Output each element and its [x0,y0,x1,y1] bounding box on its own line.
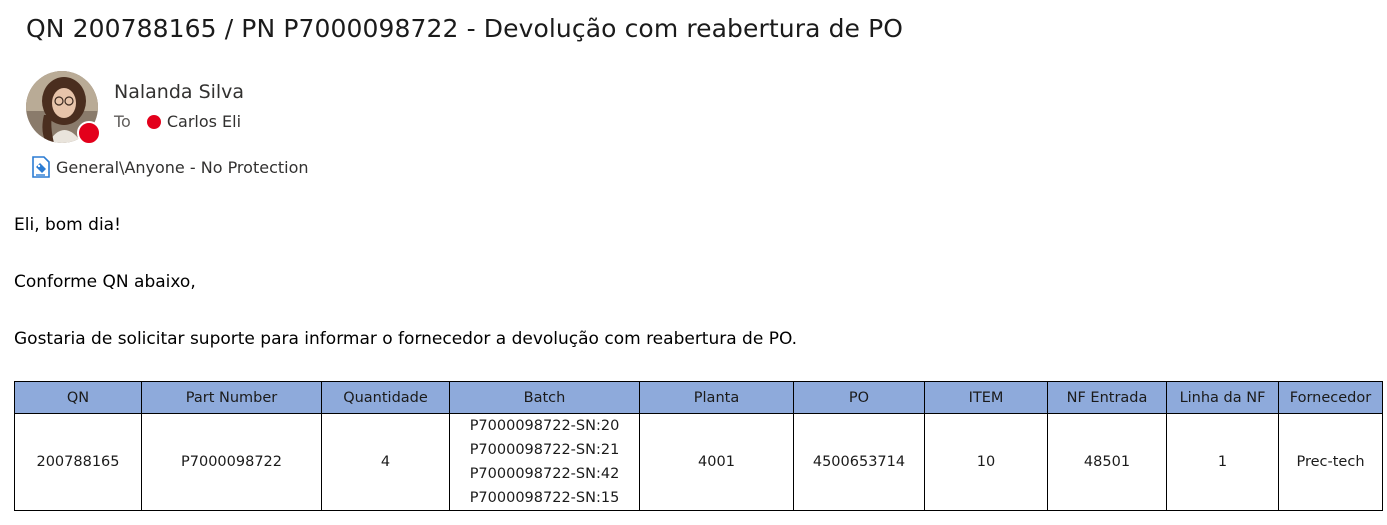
cell-fornecedor: Prec-tech [1278,413,1383,511]
recipient-presence-icon [146,114,161,129]
presence-indicator [77,121,101,145]
batch-line: P7000098722-SN:42 [469,466,620,482]
batch-line: P7000098722-SN:21 [469,442,620,458]
to-label: To [114,112,131,131]
email-subject: QN 200788165 / PN P7000098722 - Devoluçã… [26,14,904,43]
header-linha-nf: Linha da NF [1166,381,1279,414]
header-fornecedor: Fornecedor [1278,381,1383,414]
cell-batch: P7000098722-SN:20 P7000098722-SN:21 P700… [449,413,640,511]
cell-part-number: P7000098722 [141,413,322,511]
body-line-2: Conforme QN abaixo, [14,272,196,292]
body-line-3: Gostaria de solicitar suporte para infor… [14,329,798,349]
header-part-number: Part Number [141,381,322,414]
header-po: PO [793,381,925,414]
header-planta: Planta [639,381,794,414]
cell-quantidade: 4 [321,413,450,511]
cell-planta: 4001 [639,413,794,511]
cell-linha-nf: 1 [1166,413,1279,511]
header-quantidade: Quantidade [321,381,450,414]
qn-table: QN Part Number Quantidade Batch Planta P… [14,381,1383,511]
cell-po: 4500653714 [793,413,925,511]
header-nf-entrada: NF Entrada [1047,381,1167,414]
batch-line: P7000098722-SN:20 [469,418,620,434]
table-header-row: QN Part Number Quantidade Batch Planta P… [14,381,1383,414]
sensitivity-text: General\Anyone - No Protection [56,157,309,177]
cell-item: 10 [924,413,1048,511]
batch-line: P7000098722-SN:15 [469,490,620,506]
sensitivity-label-icon [32,156,50,178]
recipients-row: To Carlos Eli [114,112,241,131]
header-batch: Batch [449,381,640,414]
sensitivity-label[interactable]: General\Anyone - No Protection [30,155,309,179]
header-qn: QN [14,381,142,414]
body-greeting: Eli, bom dia! [14,215,121,235]
header-item: ITEM [924,381,1048,414]
cell-nf-entrada: 48501 [1047,413,1167,511]
sender-name[interactable]: Nalanda Silva [114,81,244,103]
table-row: 200788165 P7000098722 4 P7000098722-SN:2… [14,413,1383,511]
recipient-name[interactable]: Carlos Eli [167,112,241,131]
cell-qn: 200788165 [14,413,142,511]
